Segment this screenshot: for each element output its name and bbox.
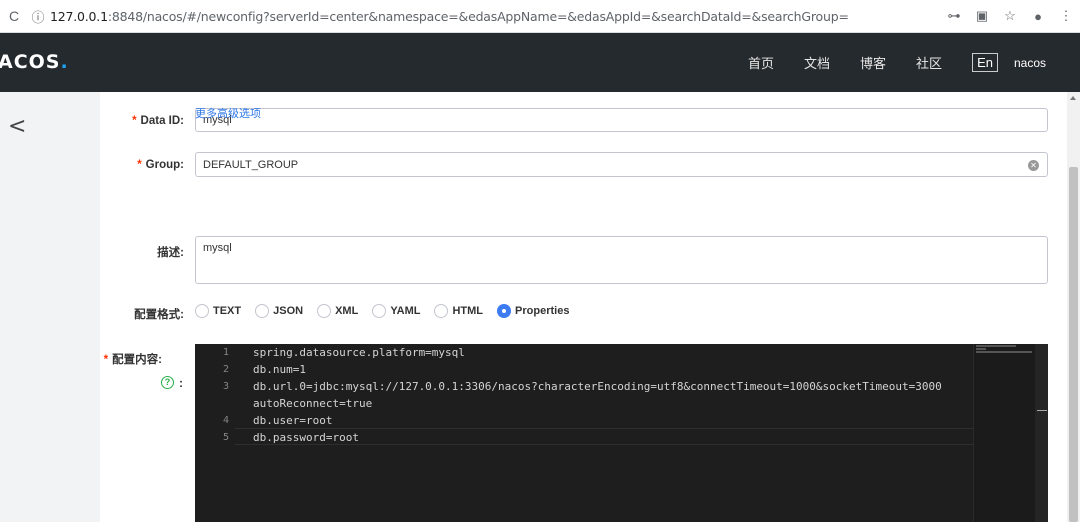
line-number-gutter: 1 2 3 4 5: [222, 347, 229, 443]
profile-icon[interactable]: ●: [1024, 9, 1052, 24]
group-input[interactable]: DEFAULT_GROUP ✕: [195, 152, 1048, 177]
editor-scrollbar[interactable]: [1035, 344, 1048, 522]
code-line[interactable]: db.password=root: [253, 429, 973, 446]
star-icon[interactable]: ☆: [996, 8, 1024, 24]
translate-icon[interactable]: ▣: [968, 8, 996, 24]
code-line[interactable]: db.url.0=jdbc:mysql://127.0.0.1:3306/nac…: [253, 378, 973, 395]
code-line[interactable]: spring.datasource.platform=mysql: [253, 344, 973, 361]
editor-minimap[interactable]: [973, 344, 1035, 522]
page-scrollbar[interactable]: [1067, 92, 1080, 522]
nacos-logo[interactable]: ACOS.: [0, 51, 69, 73]
description-textarea[interactable]: mysql: [195, 236, 1048, 284]
menu-icon[interactable]: ⋮: [1052, 8, 1080, 24]
url-text[interactable]: 127.0.0.1:8848/nacos/#/newconfig?serverI…: [50, 9, 940, 24]
format-radio-properties[interactable]: Properties: [497, 304, 569, 318]
data-id-label: * Data ID:: [132, 115, 184, 127]
reload-icon[interactable]: C: [2, 8, 26, 24]
nav-blog[interactable]: 博客: [860, 53, 886, 72]
format-radio-xml[interactable]: XML: [317, 304, 358, 318]
nav-community[interactable]: 社区: [916, 53, 942, 72]
code-line[interactable]: db.num=1: [253, 361, 973, 378]
data-id-input[interactable]: mysql: [195, 108, 1048, 132]
description-label: 描述:: [157, 247, 184, 259]
top-navigation: ACOS. 首页 文档 博客 社区 En nacos: [0, 33, 1080, 92]
scrollbar-thumb[interactable]: [1069, 167, 1078, 522]
code-lines[interactable]: spring.datasource.platform=mysql db.num=…: [253, 344, 973, 446]
clear-icon[interactable]: ✕: [1028, 160, 1039, 171]
browser-address-bar: C ⓘ 127.0.0.1:8848/nacos/#/newconfig?ser…: [0, 0, 1080, 33]
help-colon: :: [179, 376, 183, 390]
code-line[interactable]: autoReconnect=true: [253, 395, 973, 412]
nav-docs[interactable]: 文档: [804, 53, 830, 72]
info-icon[interactable]: ⓘ: [26, 7, 50, 26]
code-editor[interactable]: 1 2 3 4 5 spring.datasource.platform=mys…: [195, 344, 1048, 522]
back-arrow-icon[interactable]: <: [8, 114, 26, 139]
format-radio-html[interactable]: HTML: [434, 304, 483, 318]
help-icon[interactable]: ?: [161, 376, 174, 389]
format-radio-text[interactable]: TEXT: [195, 304, 241, 318]
advanced-options-link[interactable]: 更多高级选项: [195, 105, 261, 121]
format-label: 配置格式:: [134, 309, 184, 321]
left-panel: <: [0, 92, 100, 522]
format-radio-yaml[interactable]: YAML: [372, 304, 420, 318]
key-icon[interactable]: ⊶: [940, 8, 968, 24]
group-label: * Group:: [137, 159, 184, 171]
code-line[interactable]: db.user=root: [253, 412, 973, 429]
scroll-up-icon[interactable]: [1070, 96, 1076, 100]
format-radio-json[interactable]: JSON: [255, 304, 303, 318]
format-radio-group: TEXT JSON XML YAML HTML Properties: [195, 304, 583, 318]
content-label: * 配置内容:: [103, 354, 162, 366]
user-name[interactable]: nacos: [1014, 56, 1046, 70]
language-switch[interactable]: En: [972, 53, 998, 72]
nav-home[interactable]: 首页: [748, 53, 774, 72]
